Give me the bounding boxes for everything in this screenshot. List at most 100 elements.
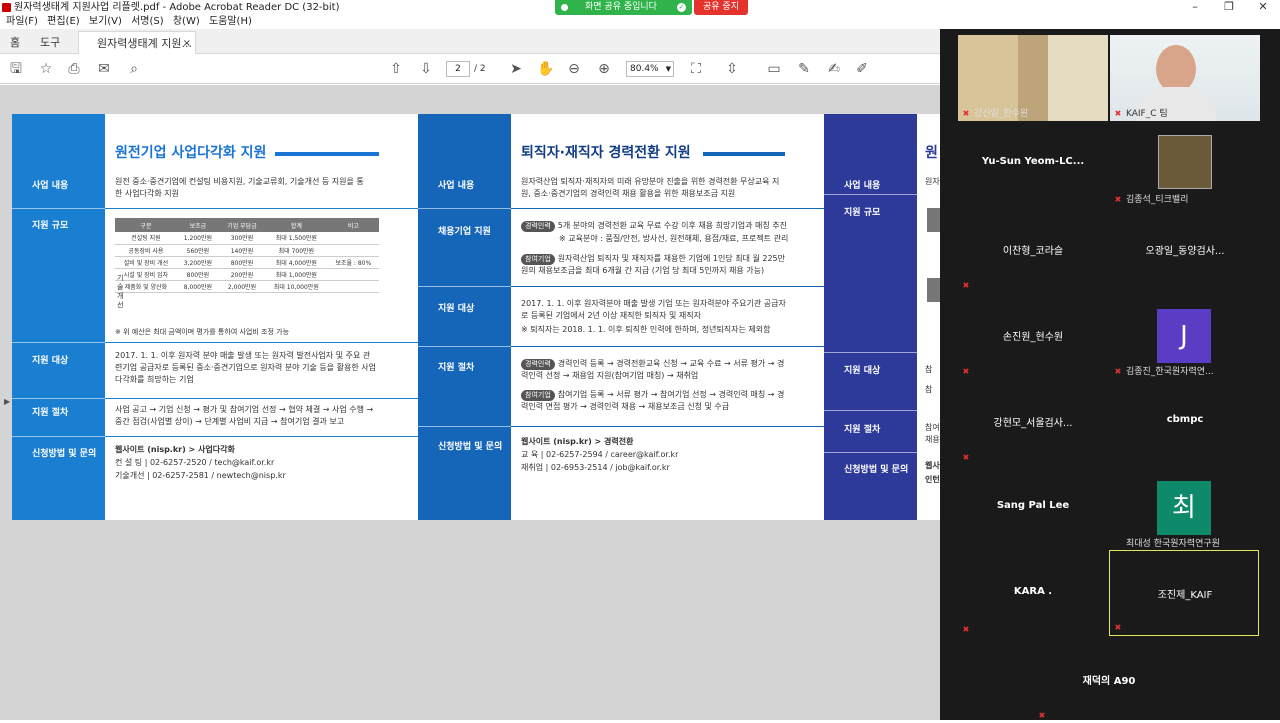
table-cell: 3,200만원	[176, 256, 219, 269]
divider	[824, 194, 917, 195]
sign-icon[interactable]: ✍	[824, 59, 844, 79]
hand-tool-icon[interactable]: ✋	[536, 59, 556, 79]
participant-tile-active-speaker[interactable]: 조진제_KAIF ✖	[1109, 550, 1259, 636]
close-button[interactable]: ✕	[1246, 0, 1280, 15]
print-icon[interactable]: ⎙	[64, 59, 84, 79]
participant-tile[interactable]: 최 최대성 한국원자력연구원	[1110, 465, 1260, 551]
participant-tile[interactable]: ✖ KAIF_C 팀	[1110, 35, 1260, 121]
panel2-hire-text2: 원자력산업 퇴직자 및 재직자를 채용한 기업에 1인당 최대 월 225만원의…	[521, 254, 786, 275]
panel2-contact-edu: 교 육 | 02-6257-2594 / career@kaif.or.kr	[521, 450, 679, 459]
menu-bar: 파일(F) 편집(E) 보기(V) 서명(S) 창(W) 도움말(H)	[0, 15, 940, 29]
mic-muted-icon: ✖	[962, 625, 970, 634]
table-cell: 200만원	[218, 268, 266, 281]
menu-window[interactable]: 창(W)	[173, 15, 200, 29]
participant-name: 김종진_한국원자력연...	[1126, 367, 1214, 377]
panel2-target-text: 2017. 1. 1. 이후 원자력분야 매출 발생 기업 또는 원자력분야 주…	[521, 299, 786, 320]
panel3-label-content: 사업 내용	[844, 181, 881, 191]
panel2-label-apply: 신청방법 및 문의	[438, 442, 503, 452]
table-cell: 최대 1,500만원	[265, 232, 328, 245]
table-header: 구분	[115, 218, 177, 232]
menu-file[interactable]: 파일(F)	[6, 15, 38, 29]
company-badge: 참여기업	[521, 390, 555, 401]
table-header: 비고	[327, 218, 379, 232]
table-cell: 최대 1,000만원	[265, 268, 328, 281]
page-number-input[interactable]: 2	[446, 61, 470, 77]
fill-sign-icon[interactable]: ✐	[852, 59, 872, 79]
zoom-select[interactable]: 80.4% ▼	[626, 61, 674, 77]
page-up-icon[interactable]: ⇧	[386, 59, 406, 79]
panel2-proc1-text: 경력인력 등록 → 경력전환교육 신청 → 교육 수료 → 서류 평가 → 경력…	[521, 359, 785, 380]
table-cell: 560만원	[176, 244, 219, 257]
divider	[12, 208, 105, 209]
table-cell: 최대 700만원	[265, 244, 328, 257]
panel2-label-hire: 채용기업 지원	[438, 227, 491, 237]
minimize-button[interactable]: –	[1178, 0, 1212, 15]
zoom-in-icon[interactable]: ⊕	[594, 59, 614, 79]
panel2-label-content: 사업 내용	[438, 181, 475, 191]
save-icon[interactable]: 🖫	[6, 59, 26, 79]
zoom-value: 80.4%	[630, 64, 659, 74]
panel3-label-target: 지원 대상	[844, 366, 881, 376]
mic-muted-icon: ✖	[1038, 711, 1046, 720]
tab-document[interactable]: 원자력생태계 지원... ×	[78, 31, 196, 54]
panel1-title: 원전기업 사업다각화 지원	[115, 145, 267, 161]
panel2-label-procedure: 지원 절차	[438, 363, 475, 373]
participant-tile[interactable]: Yu-Sun Yeom-LC...	[958, 121, 1108, 207]
bookmark-star-icon[interactable]: ☆	[36, 59, 56, 79]
participant-tile[interactable]: 손진원_현수원 ✖	[958, 293, 1108, 379]
page-down-icon[interactable]: ⇩	[416, 59, 436, 79]
select-cursor-icon[interactable]: ➤	[506, 59, 526, 79]
participant-name: 오광일_동양검사...	[1145, 246, 1225, 257]
participant-tile[interactable]: J ✖ 김종진_한국원자력연...	[1110, 293, 1260, 379]
menu-edit[interactable]: 편집(E)	[47, 15, 80, 29]
highlight-pen-icon[interactable]: ✎	[794, 59, 814, 79]
email-icon[interactable]: ✉	[94, 59, 114, 79]
participant-name: cbmpc	[1166, 414, 1204, 425]
toolbar: 🖫 ☆ ⎙ ✉ ⌕ ⇧ ⇩ 2 / 2 ➤ ✋ ⊖ ⊕ 80.4% ▼ ⛶ ⇳ …	[0, 54, 940, 84]
panel2-hire-text1: 5개 분야의 경력전환 교육 무료 수강 이후 채용 희망기업과 매칭 추진	[557, 221, 788, 230]
divider	[511, 346, 824, 347]
participant-tile[interactable]: cbmpc	[1110, 379, 1260, 465]
divider	[511, 286, 824, 287]
participant-tile[interactable]: Sang Pal Lee	[958, 465, 1108, 551]
close-tab-icon[interactable]: ×	[183, 32, 191, 55]
side-panel-toggle-icon[interactable]: ▶	[4, 397, 10, 406]
divider	[12, 398, 105, 399]
participant-tile[interactable]: 이찬형_코라슬 ✖	[958, 207, 1108, 293]
tab-home[interactable]: 홈	[10, 31, 20, 54]
panel2-content: 퇴직자·재직자 경력전환 지원 원자력산업 퇴직자·재직자의 미래 유망분야 진…	[511, 114, 824, 520]
participant-tile[interactable]: ✖ 강신일_한수원	[958, 35, 1108, 121]
maximize-button[interactable]: ❐	[1212, 0, 1246, 15]
menu-view[interactable]: 보기(V)	[89, 15, 122, 29]
tab-document-label: 원자력생태계 지원...	[97, 37, 192, 50]
panel1-label-procedure: 지원 절차	[32, 408, 69, 418]
screen-share-banner[interactable]: 화면 공유 중입니다 ✓	[555, 0, 692, 15]
participant-name: 재덕의 A90	[1082, 676, 1136, 687]
table-cell: 140만원	[218, 244, 266, 257]
table-row: 제품화 및 양산화 8,000만원 2,000만원 최대 10,000만원	[115, 280, 379, 293]
search-icon[interactable]: ⌕	[124, 59, 144, 79]
menu-help[interactable]: 도움말(H)	[209, 15, 252, 29]
divider	[418, 286, 511, 287]
participant-tile[interactable]: 강현모_서울검사... ✖	[958, 379, 1108, 465]
zoom-out-icon[interactable]: ⊖	[564, 59, 584, 79]
panel1-contact-web: 웹사이트 (nisp.kr) > 사업다각화	[115, 445, 235, 454]
table-header: 합계	[265, 218, 328, 232]
comment-icon[interactable]: ▭	[764, 59, 784, 79]
divider	[12, 342, 105, 343]
scroll-mode-icon[interactable]: ⇳	[722, 59, 742, 79]
stop-share-button[interactable]: 공유 중지	[694, 0, 748, 15]
tab-tools[interactable]: 도구	[40, 31, 60, 54]
table-header: 보조금	[176, 218, 219, 232]
participant-tile[interactable]: 오광일_동양검사...	[1110, 207, 1260, 293]
participant-tile[interactable]: KARA . ✖	[958, 551, 1108, 637]
divider	[511, 426, 824, 427]
participant-tile[interactable]: ✖ 김종석_티크밸리	[1110, 121, 1260, 207]
panel2-hire-item1: 경력인력 5개 분야의 경력전환 교육 무료 수강 이후 채용 희망기업과 매칭 …	[521, 220, 791, 232]
chevron-down-icon: ▼	[665, 65, 671, 73]
participant-tile[interactable]: 재덕의 A90 ✖	[1034, 637, 1184, 723]
participant-name: 이찬형_코라슬	[1002, 246, 1064, 257]
menu-sign[interactable]: 서명(S)	[131, 15, 164, 29]
panel3-frag: 채용	[925, 435, 940, 444]
fit-page-icon[interactable]: ⛶	[686, 59, 706, 79]
